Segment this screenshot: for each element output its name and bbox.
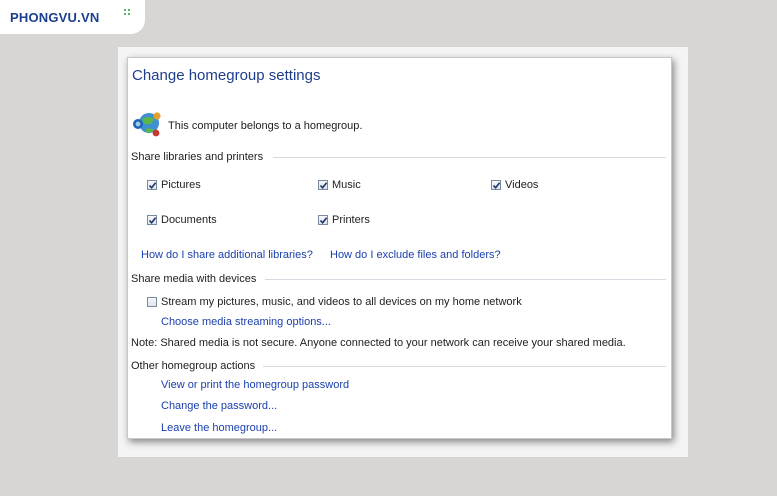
documents-label: Documents [161,214,217,226]
checkmark-icon [148,182,157,190]
music-checkbox[interactable] [318,180,328,190]
share-media-heading: Share media with devices [131,273,257,285]
videos-checkbox[interactable] [491,180,501,190]
checkmark-icon [148,217,157,225]
other-actions-heading: Other homegroup actions [131,360,256,372]
leave-homegroup-link[interactable]: Leave the homegroup... [161,422,277,434]
section-divider [265,279,666,280]
share-libraries-heading: Share libraries and printers [131,151,264,163]
homegroup-settings-panel: Change homegroup settings This computer … [127,57,672,439]
printers-label: Printers [332,214,370,226]
media-security-note: Note: Shared media is not secure. Anyone… [131,337,626,349]
watermark-tab: PHONGVU.VN [0,0,145,34]
page-title: Change homegroup settings [132,67,321,84]
checkmark-icon [319,182,328,190]
share-additional-libraries-link[interactable]: How do I share additional libraries? [141,249,313,261]
stream-media-checkbox[interactable] [147,297,157,307]
section-divider [263,366,666,367]
media-streaming-options-link[interactable]: Choose media streaming options... [161,316,331,328]
pictures-checkbox[interactable] [147,180,157,190]
videos-label: Videos [505,179,539,191]
music-label: Music [332,179,361,191]
brand-dots-icon [123,8,131,16]
stream-media-label: Stream my pictures, music, and videos to… [161,296,522,308]
change-password-link[interactable]: Change the password... [161,400,277,412]
view-print-password-link[interactable]: View or print the homegroup password [161,379,349,391]
checkmark-icon [492,182,501,190]
homegroup-status-text: This computer belongs to a homegroup. [168,120,363,132]
printers-checkbox[interactable] [318,215,328,225]
checkmark-icon [319,217,328,225]
brand-logo-text: PHONGVU.VN [10,10,100,25]
exclude-files-link[interactable]: How do I exclude files and folders? [330,249,501,261]
section-divider [273,157,666,158]
documents-checkbox[interactable] [147,215,157,225]
pictures-label: Pictures [161,179,201,191]
homegroup-icon [133,112,161,137]
